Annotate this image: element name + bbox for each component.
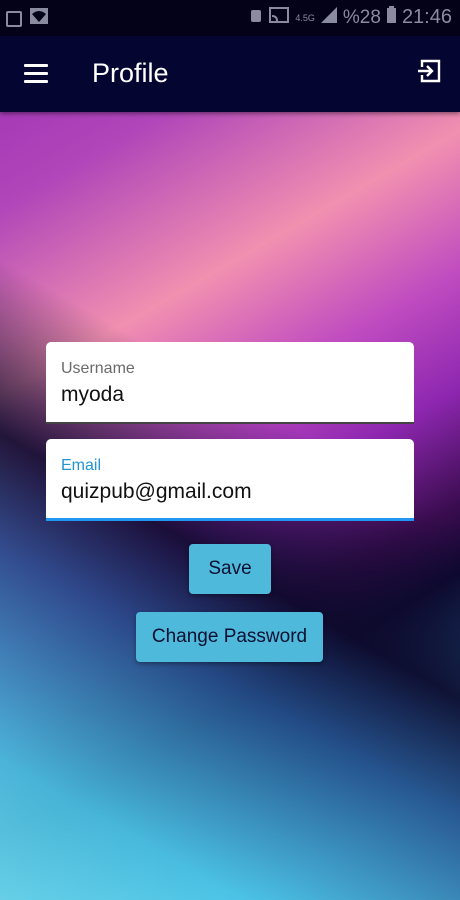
email-input[interactable]: quizpub@gmail.com — [61, 480, 252, 504]
username-field[interactable]: Username myoda — [46, 342, 414, 424]
username-input[interactable]: myoda — [61, 383, 124, 407]
menu-icon[interactable] — [24, 64, 48, 84]
clock: 21:46 — [401, 6, 452, 28]
alarm-icon — [249, 7, 263, 29]
username-label: Username — [61, 360, 135, 377]
wifi-icon — [30, 8, 48, 30]
email-underline — [46, 518, 414, 521]
save-button[interactable]: Save — [189, 544, 271, 594]
app-bar: Profile — [0, 36, 460, 112]
email-label: Email — [61, 457, 102, 474]
email-field[interactable]: Email quizpub@gmail.com — [46, 439, 414, 521]
logout-icon[interactable] — [416, 58, 442, 84]
cast-icon — [269, 6, 290, 29]
change-password-button[interactable]: Change Password — [136, 612, 323, 662]
battery-icon — [386, 6, 396, 29]
username-underline — [46, 422, 414, 424]
status-bar: 4.5G %28 21:46 — [0, 0, 460, 36]
signal-icon — [320, 6, 337, 29]
battery-percent: %28 — [342, 6, 381, 28]
screenshot-icon — [6, 11, 22, 27]
network-type: 4.5G — [295, 12, 315, 23]
page-title: Profile — [92, 58, 169, 88]
